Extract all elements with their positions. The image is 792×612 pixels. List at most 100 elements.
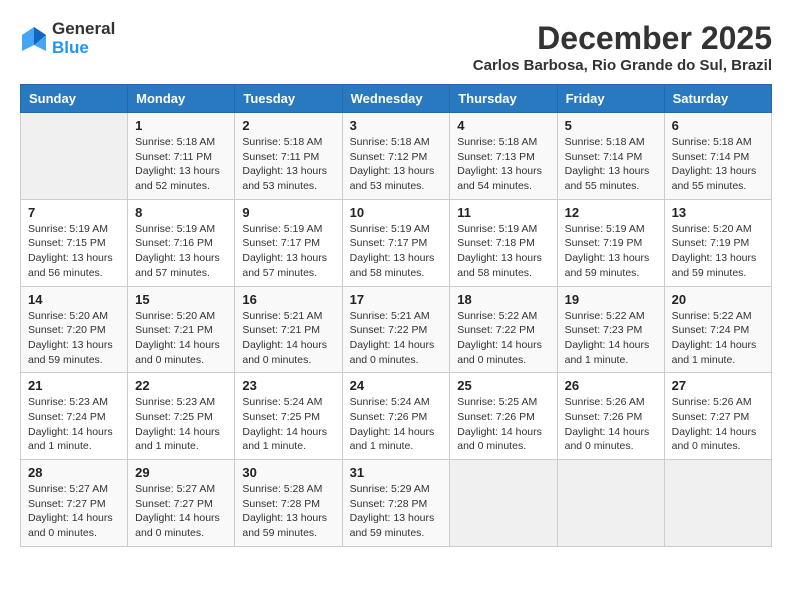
calendar-table: SundayMondayTuesdayWednesdayThursdayFrid…	[20, 84, 772, 547]
day-info: Sunrise: 5:26 AM Sunset: 7:27 PM Dayligh…	[672, 395, 764, 454]
day-info: Sunrise: 5:26 AM Sunset: 7:26 PM Dayligh…	[565, 395, 657, 454]
day-number: 5	[565, 118, 657, 133]
calendar-week-row: 7Sunrise: 5:19 AM Sunset: 7:15 PM Daylig…	[21, 199, 772, 286]
day-info: Sunrise: 5:27 AM Sunset: 7:27 PM Dayligh…	[135, 482, 227, 541]
day-number: 14	[28, 292, 120, 307]
day-number: 15	[135, 292, 227, 307]
day-number: 10	[350, 205, 443, 220]
calendar-cell: 18 Sunrise: 5:22 AM Sunset: 7:22 PM Dayli…	[450, 286, 557, 373]
day-info: Sunrise: 5:18 AM Sunset: 7:11 PM Dayligh…	[135, 135, 227, 194]
calendar-cell: 2 Sunrise: 5:18 AM Sunset: 7:11 PM Daylig…	[235, 113, 342, 200]
weekday-header: Friday	[557, 85, 664, 113]
day-info: Sunrise: 5:18 AM Sunset: 7:11 PM Dayligh…	[242, 135, 334, 194]
calendar-header-row: SundayMondayTuesdayWednesdayThursdayFrid…	[21, 85, 772, 113]
logo-text-line2: Blue	[52, 39, 115, 58]
day-number: 24	[350, 378, 443, 393]
weekday-header: Saturday	[664, 85, 771, 113]
day-number: 27	[672, 378, 764, 393]
day-info: Sunrise: 5:20 AM Sunset: 7:21 PM Dayligh…	[135, 309, 227, 368]
title-block: December 2025 Carlos Barbosa, Rio Grande…	[473, 20, 772, 74]
day-number: 2	[242, 118, 334, 133]
calendar-week-row: 28 Sunrise: 5:27 AM Sunset: 7:27 PM Dayli…	[21, 460, 772, 547]
calendar-cell: 25 Sunrise: 5:25 AM Sunset: 7:26 PM Dayli…	[450, 373, 557, 460]
calendar-cell: 21 Sunrise: 5:23 AM Sunset: 7:24 PM Dayli…	[21, 373, 128, 460]
calendar-cell	[450, 460, 557, 547]
calendar-week-row: 14 Sunrise: 5:20 AM Sunset: 7:20 PM Dayli…	[21, 286, 772, 373]
calendar-cell: 31 Sunrise: 5:29 AM Sunset: 7:28 PM Dayli…	[342, 460, 450, 547]
day-info: Sunrise: 5:24 AM Sunset: 7:25 PM Dayligh…	[242, 395, 334, 454]
month-year-title: December 2025	[473, 20, 772, 57]
day-number: 21	[28, 378, 120, 393]
calendar-cell: 27 Sunrise: 5:26 AM Sunset: 7:27 PM Dayli…	[664, 373, 771, 460]
day-number: 20	[672, 292, 764, 307]
calendar-cell: 5 Sunrise: 5:18 AM Sunset: 7:14 PM Daylig…	[557, 113, 664, 200]
day-info: Sunrise: 5:18 AM Sunset: 7:14 PM Dayligh…	[672, 135, 764, 194]
weekday-header: Monday	[128, 85, 235, 113]
calendar-cell: 6 Sunrise: 5:18 AM Sunset: 7:14 PM Daylig…	[664, 113, 771, 200]
calendar-cell	[21, 113, 128, 200]
day-number: 12	[565, 205, 657, 220]
day-number: 26	[565, 378, 657, 393]
day-number: 6	[672, 118, 764, 133]
day-number: 30	[242, 465, 334, 480]
calendar-cell: 7Sunrise: 5:19 AM Sunset: 7:15 PM Daylig…	[21, 199, 128, 286]
day-number: 25	[457, 378, 549, 393]
calendar-cell: 29Sunrise: 5:27 AM Sunset: 7:27 PM Dayli…	[128, 460, 235, 547]
day-info: Sunrise: 5:19 AM Sunset: 7:19 PM Dayligh…	[565, 222, 657, 281]
day-info: Sunrise: 5:22 AM Sunset: 7:22 PM Dayligh…	[457, 309, 549, 368]
calendar-cell: 20Sunrise: 5:22 AM Sunset: 7:24 PM Dayli…	[664, 286, 771, 373]
day-info: Sunrise: 5:18 AM Sunset: 7:12 PM Dayligh…	[350, 135, 443, 194]
calendar-cell: 15 Sunrise: 5:20 AM Sunset: 7:21 PM Dayli…	[128, 286, 235, 373]
logo-icon	[20, 25, 48, 53]
day-info: Sunrise: 5:20 AM Sunset: 7:20 PM Dayligh…	[28, 309, 120, 368]
calendar-cell: 8 Sunrise: 5:19 AM Sunset: 7:16 PM Daylig…	[128, 199, 235, 286]
calendar-cell: 9Sunrise: 5:19 AM Sunset: 7:17 PM Daylig…	[235, 199, 342, 286]
calendar-week-row: 1 Sunrise: 5:18 AM Sunset: 7:11 PM Daylig…	[21, 113, 772, 200]
calendar-cell: 24Sunrise: 5:24 AM Sunset: 7:26 PM Dayli…	[342, 373, 450, 460]
calendar-cell: 30 Sunrise: 5:28 AM Sunset: 7:28 PM Dayli…	[235, 460, 342, 547]
day-info: Sunrise: 5:25 AM Sunset: 7:26 PM Dayligh…	[457, 395, 549, 454]
day-info: Sunrise: 5:23 AM Sunset: 7:24 PM Dayligh…	[28, 395, 120, 454]
logo-text-line1: General	[52, 20, 115, 39]
day-info: Sunrise: 5:29 AM Sunset: 7:28 PM Dayligh…	[350, 482, 443, 541]
day-info: Sunrise: 5:20 AM Sunset: 7:19 PM Dayligh…	[672, 222, 764, 281]
day-number: 7	[28, 205, 120, 220]
day-number: 28	[28, 465, 120, 480]
day-info: Sunrise: 5:19 AM Sunset: 7:16 PM Dayligh…	[135, 222, 227, 281]
calendar-cell: 11 Sunrise: 5:19 AM Sunset: 7:18 PM Dayli…	[450, 199, 557, 286]
day-number: 3	[350, 118, 443, 133]
day-info: Sunrise: 5:19 AM Sunset: 7:18 PM Dayligh…	[457, 222, 549, 281]
weekday-header: Sunday	[21, 85, 128, 113]
calendar-cell: 10 Sunrise: 5:19 AM Sunset: 7:17 PM Dayli…	[342, 199, 450, 286]
calendar-cell: 4 Sunrise: 5:18 AM Sunset: 7:13 PM Daylig…	[450, 113, 557, 200]
calendar-cell: 13 Sunrise: 5:20 AM Sunset: 7:19 PM Dayli…	[664, 199, 771, 286]
calendar-cell: 19Sunrise: 5:22 AM Sunset: 7:23 PM Dayli…	[557, 286, 664, 373]
day-number: 1	[135, 118, 227, 133]
calendar-cell: 17 Sunrise: 5:21 AM Sunset: 7:22 PM Dayli…	[342, 286, 450, 373]
calendar-cell: 1 Sunrise: 5:18 AM Sunset: 7:11 PM Daylig…	[128, 113, 235, 200]
day-number: 31	[350, 465, 443, 480]
day-info: Sunrise: 5:22 AM Sunset: 7:23 PM Dayligh…	[565, 309, 657, 368]
calendar-cell: 14 Sunrise: 5:20 AM Sunset: 7:20 PM Dayli…	[21, 286, 128, 373]
calendar-cell: 28Sunrise: 5:27 AM Sunset: 7:27 PM Dayli…	[21, 460, 128, 547]
day-info: Sunrise: 5:28 AM Sunset: 7:28 PM Dayligh…	[242, 482, 334, 541]
day-info: Sunrise: 5:18 AM Sunset: 7:14 PM Dayligh…	[565, 135, 657, 194]
day-number: 13	[672, 205, 764, 220]
day-info: Sunrise: 5:21 AM Sunset: 7:22 PM Dayligh…	[350, 309, 443, 368]
weekday-header: Thursday	[450, 85, 557, 113]
calendar-cell: 23 Sunrise: 5:24 AM Sunset: 7:25 PM Dayli…	[235, 373, 342, 460]
day-number: 23	[242, 378, 334, 393]
weekday-header: Wednesday	[342, 85, 450, 113]
day-info: Sunrise: 5:19 AM Sunset: 7:17 PM Dayligh…	[350, 222, 443, 281]
calendar-cell: 12 Sunrise: 5:19 AM Sunset: 7:19 PM Dayli…	[557, 199, 664, 286]
day-number: 8	[135, 205, 227, 220]
day-number: 18	[457, 292, 549, 307]
day-info: Sunrise: 5:19 AM Sunset: 7:17 PM Dayligh…	[242, 222, 334, 281]
day-number: 4	[457, 118, 549, 133]
day-number: 17	[350, 292, 443, 307]
day-number: 22	[135, 378, 227, 393]
day-number: 16	[242, 292, 334, 307]
day-info: Sunrise: 5:21 AM Sunset: 7:21 PM Dayligh…	[242, 309, 334, 368]
day-info: Sunrise: 5:18 AM Sunset: 7:13 PM Dayligh…	[457, 135, 549, 194]
day-number: 11	[457, 205, 549, 220]
